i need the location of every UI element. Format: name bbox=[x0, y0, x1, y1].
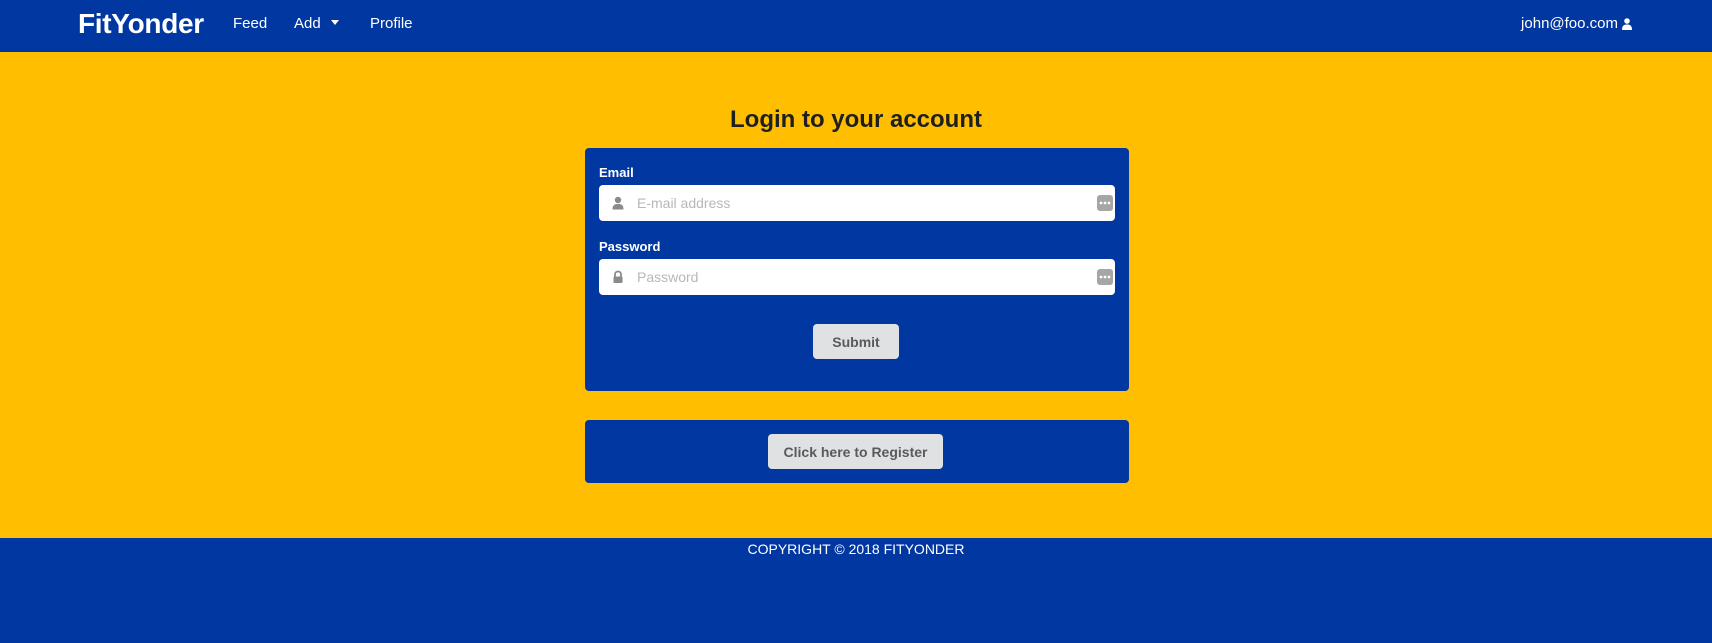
password-manager-icon[interactable] bbox=[1097, 269, 1113, 285]
brand-logo[interactable]: FitYonder bbox=[78, 6, 204, 42]
email-input[interactable] bbox=[637, 185, 1067, 221]
submit-button[interactable]: Submit bbox=[813, 324, 899, 359]
register-button[interactable]: Click here to Register bbox=[768, 434, 943, 469]
nav-profile[interactable]: Profile bbox=[370, 15, 413, 33]
login-form: Email Password bbox=[585, 148, 1129, 391]
user-menu[interactable]: john@foo.com bbox=[1521, 15, 1632, 33]
nav-feed[interactable]: Feed bbox=[233, 15, 267, 33]
lock-icon bbox=[613, 270, 623, 283]
user-email: john@foo.com bbox=[1521, 15, 1618, 32]
password-label: Password bbox=[599, 239, 661, 254]
nav-add-label: Add bbox=[294, 15, 321, 32]
footer: COPYRIGHT © 2018 FITYONDER bbox=[0, 538, 1712, 643]
top-navbar: FitYonder Feed Add Profile john@foo.com bbox=[0, 0, 1712, 52]
password-input[interactable] bbox=[637, 259, 1067, 295]
email-label: Email bbox=[599, 165, 634, 180]
password-field-wrapper bbox=[599, 259, 1115, 295]
password-manager-icon[interactable] bbox=[1097, 195, 1113, 211]
main-content: Login to your account Email Password bbox=[0, 52, 1712, 538]
register-panel: Click here to Register bbox=[585, 420, 1129, 483]
page-title: Login to your account bbox=[730, 106, 982, 133]
email-field-wrapper bbox=[599, 185, 1115, 221]
copyright-text: COPYRIGHT © 2018 FITYONDER bbox=[747, 541, 965, 557]
caret-down-icon bbox=[330, 19, 339, 25]
user-icon bbox=[1622, 18, 1632, 30]
nav-add-dropdown[interactable]: Add bbox=[294, 15, 339, 33]
user-icon bbox=[612, 196, 624, 210]
